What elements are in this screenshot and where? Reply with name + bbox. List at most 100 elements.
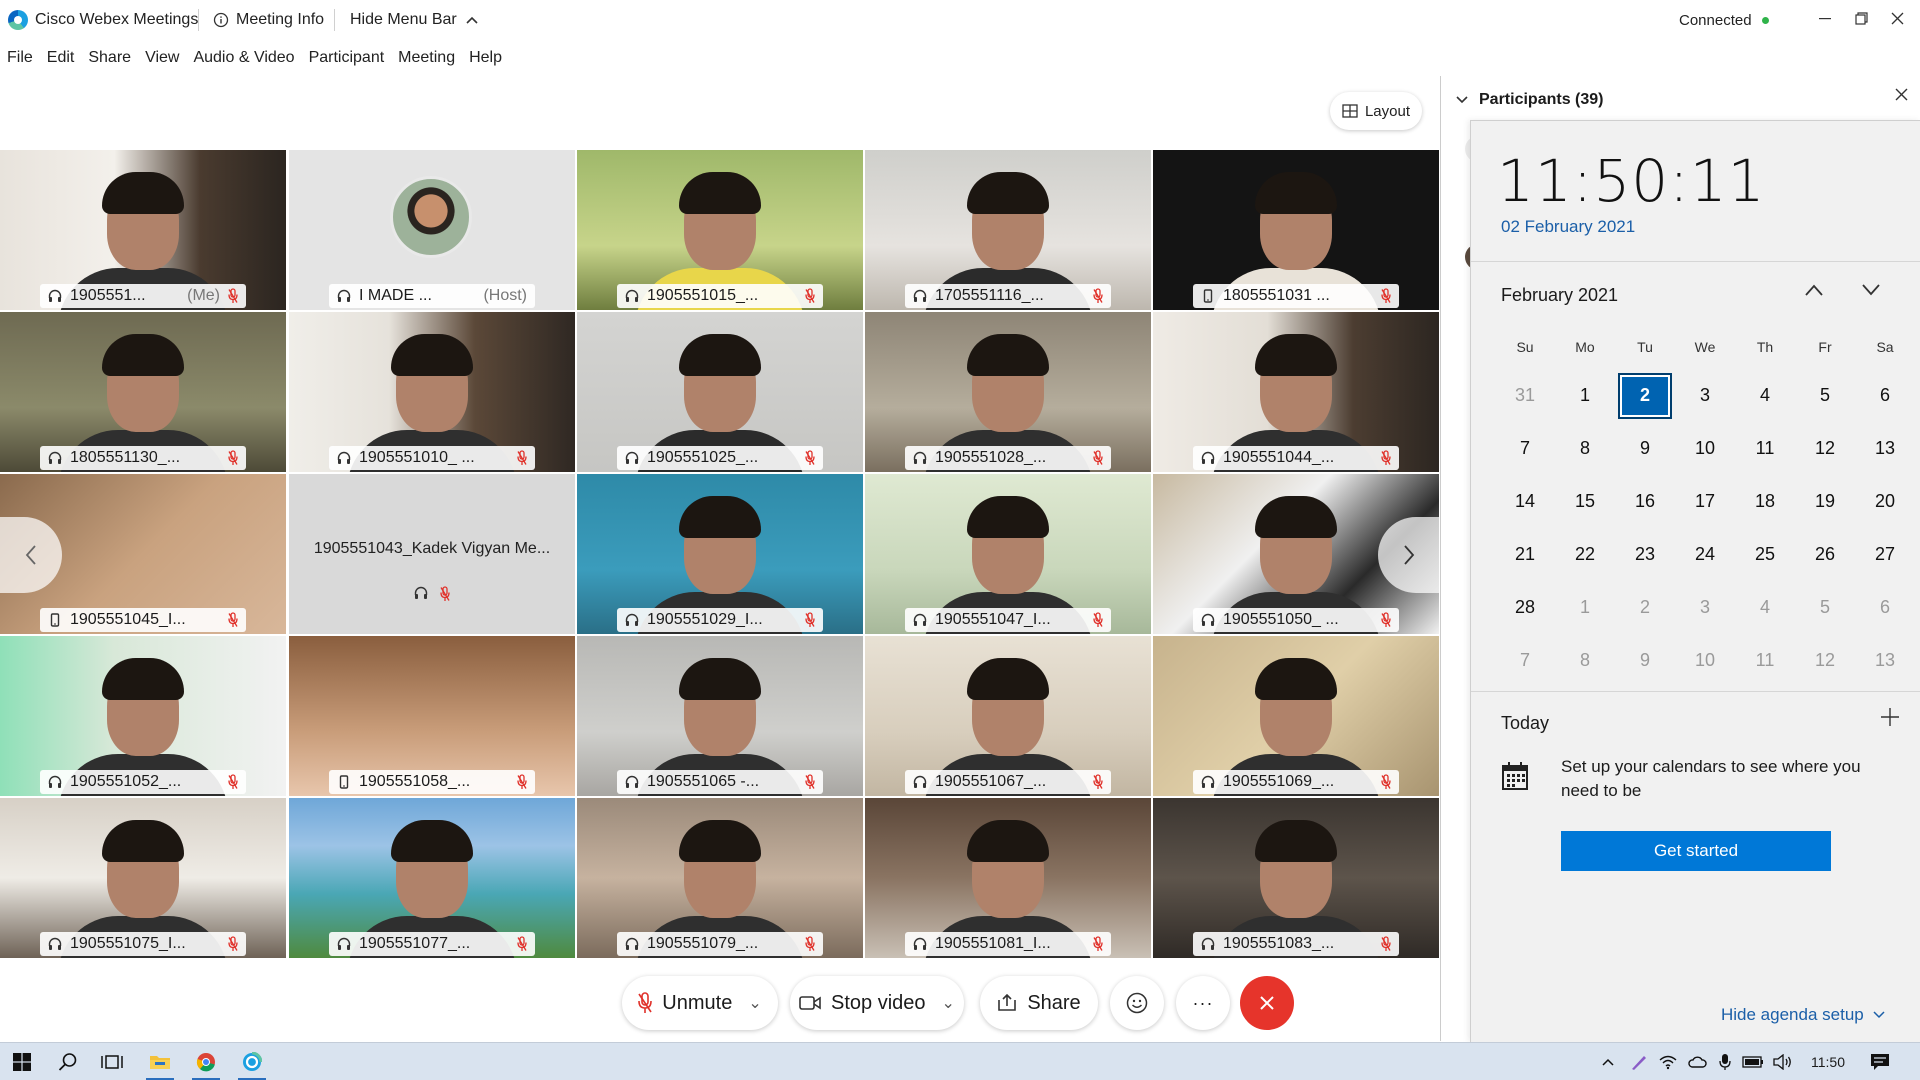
participant-video-tile[interactable]: 1905551029_I... [577, 474, 863, 634]
close-window-button[interactable] [1874, 0, 1920, 36]
calendar-day[interactable]: 7 [1495, 422, 1555, 475]
calendar-day[interactable]: 5 [1795, 369, 1855, 422]
calendar-day[interactable]: 31 [1495, 369, 1555, 422]
menu-edit[interactable]: Edit [40, 49, 82, 67]
participants-close-button[interactable] [1895, 88, 1908, 101]
calendar-day[interactable]: 19 [1795, 475, 1855, 528]
battery-button[interactable] [1740, 1043, 1766, 1080]
taskbar-chrome[interactable] [184, 1043, 228, 1080]
chevron-down-icon[interactable]: ⌄ [748, 993, 761, 1013]
calendar-day[interactable]: 26 [1795, 528, 1855, 581]
calendar-day[interactable]: 16 [1615, 475, 1675, 528]
action-center-button[interactable] [1862, 1043, 1898, 1080]
calendar-day[interactable]: 17 [1675, 475, 1735, 528]
participant-video-tile[interactable]: 1905551043_Kadek Vigyan Me... [289, 474, 575, 634]
calendar-day[interactable]: 12 [1795, 634, 1855, 687]
participant-video-tile[interactable]: 1905551081_I... [865, 798, 1151, 958]
end-meeting-button[interactable] [1240, 976, 1294, 1030]
layout-button[interactable]: Layout [1330, 92, 1422, 130]
calendar-day[interactable]: 8 [1555, 422, 1615, 475]
calendar-day[interactable]: 9 [1615, 422, 1675, 475]
unmute-button[interactable]: Unmute ⌄ [622, 976, 778, 1030]
hide-menu-bar-button[interactable]: Hide Menu Bar [350, 0, 479, 40]
calendar-day[interactable]: 6 [1855, 369, 1915, 422]
calendar-day[interactable]: 10 [1675, 634, 1735, 687]
calendar-day[interactable]: 28 [1495, 581, 1555, 634]
calendar-day[interactable]: 22 [1555, 528, 1615, 581]
participant-video-tile[interactable]: 1905551052_... [0, 636, 286, 796]
participant-video-tile[interactable]: 1905551077_... [289, 798, 575, 958]
calendar-day[interactable]: 6 [1855, 581, 1915, 634]
participant-video-tile[interactable]: 1905551067_... [865, 636, 1151, 796]
clock-date[interactable]: 02 February 2021 [1501, 217, 1635, 237]
participants-header[interactable]: Participants (39) [1441, 76, 1920, 124]
calendar-day[interactable]: 2 [1615, 581, 1675, 634]
previous-month-button[interactable] [1804, 283, 1824, 297]
calendar-day[interactable]: 4 [1735, 581, 1795, 634]
calendar-day[interactable]: 25 [1735, 528, 1795, 581]
calendar-day[interactable]: 18 [1735, 475, 1795, 528]
calendar-day[interactable]: 27 [1855, 528, 1915, 581]
pen-workspace-button[interactable] [1627, 1043, 1651, 1080]
reactions-button[interactable] [1110, 976, 1164, 1030]
calendar-day[interactable]: 5 [1795, 581, 1855, 634]
next-month-button[interactable] [1861, 283, 1881, 297]
calendar-day[interactable]: 3 [1675, 581, 1735, 634]
menu-participant[interactable]: Participant [302, 49, 392, 67]
participant-video-tile[interactable]: 1905551... (Me) [0, 150, 286, 310]
participant-video-tile[interactable]: 1905551069_... [1153, 636, 1439, 796]
taskbar-clock[interactable]: 11:50 [1800, 1043, 1856, 1080]
calendar-day[interactable]: 1 [1555, 369, 1615, 422]
participant-video-tile[interactable]: 1905551028_... [865, 312, 1151, 472]
taskbar-file-explorer[interactable] [138, 1043, 182, 1080]
calendar-day[interactable]: 14 [1495, 475, 1555, 528]
participant-video-tile[interactable]: 1805551130_... [0, 312, 286, 472]
onedrive-button[interactable] [1684, 1043, 1710, 1080]
taskbar-webex[interactable] [230, 1043, 274, 1080]
participant-video-tile[interactable]: 1905551025_... [577, 312, 863, 472]
network-button[interactable] [1656, 1043, 1680, 1080]
meeting-info-button[interactable]: Meeting Info [213, 0, 324, 40]
calendar-day[interactable]: 13 [1855, 634, 1915, 687]
calendar-day[interactable]: 11 [1735, 422, 1795, 475]
more-options-button[interactable]: ··· [1176, 976, 1230, 1030]
calendar-day[interactable]: 2 [1615, 369, 1675, 422]
participant-video-tile[interactable]: 1905551065 -... [577, 636, 863, 796]
volume-button[interactable] [1770, 1043, 1796, 1080]
calendar-day[interactable]: 21 [1495, 528, 1555, 581]
menu-help[interactable]: Help [462, 49, 509, 67]
show-hidden-icons-button[interactable] [1597, 1043, 1619, 1080]
calendar-day[interactable]: 20 [1855, 475, 1915, 528]
participant-video-tile[interactable]: 1905551047_I... [865, 474, 1151, 634]
chevron-down-icon[interactable]: ⌄ [942, 993, 955, 1013]
menu-view[interactable]: View [138, 49, 186, 67]
task-view-button[interactable] [90, 1043, 134, 1080]
menu-file[interactable]: File [0, 49, 40, 67]
participant-video-tile[interactable]: 1905551075_I... [0, 798, 286, 958]
stop-video-button[interactable]: Stop video ⌄ [790, 976, 964, 1030]
participant-video-tile[interactable]: 1905551079_... [577, 798, 863, 958]
share-button[interactable]: Share [980, 976, 1098, 1030]
calendar-day[interactable]: 9 [1615, 634, 1675, 687]
calendar-month-label[interactable]: February 2021 [1501, 285, 1618, 306]
calendar-day[interactable]: 24 [1675, 528, 1735, 581]
hide-agenda-setup-button[interactable]: Hide agenda setup [1721, 1005, 1886, 1025]
calendar-day[interactable]: 1 [1555, 581, 1615, 634]
calendar-day[interactable]: 13 [1855, 422, 1915, 475]
start-button[interactable] [0, 1043, 44, 1080]
participant-video-tile[interactable]: 1905551083_... [1153, 798, 1439, 958]
calendar-day[interactable]: 12 [1795, 422, 1855, 475]
get-started-button[interactable]: Get started [1561, 831, 1831, 871]
menu-meeting[interactable]: Meeting [391, 49, 462, 67]
participant-video-tile[interactable]: 1805551031 ... [1153, 150, 1439, 310]
participant-video-tile[interactable]: 1905551010_ ... [289, 312, 575, 472]
calendar-day[interactable]: 10 [1675, 422, 1735, 475]
menu-audio-video[interactable]: Audio & Video [186, 49, 301, 67]
calendar-day[interactable]: 3 [1675, 369, 1735, 422]
participant-video-tile[interactable]: 1905551015_... [577, 150, 863, 310]
calendar-day[interactable]: 7 [1495, 634, 1555, 687]
participant-video-tile[interactable]: 1905551058_... [289, 636, 575, 796]
microphone-tray-button[interactable] [1714, 1043, 1736, 1080]
calendar-day[interactable]: 23 [1615, 528, 1675, 581]
menu-share[interactable]: Share [81, 49, 138, 67]
